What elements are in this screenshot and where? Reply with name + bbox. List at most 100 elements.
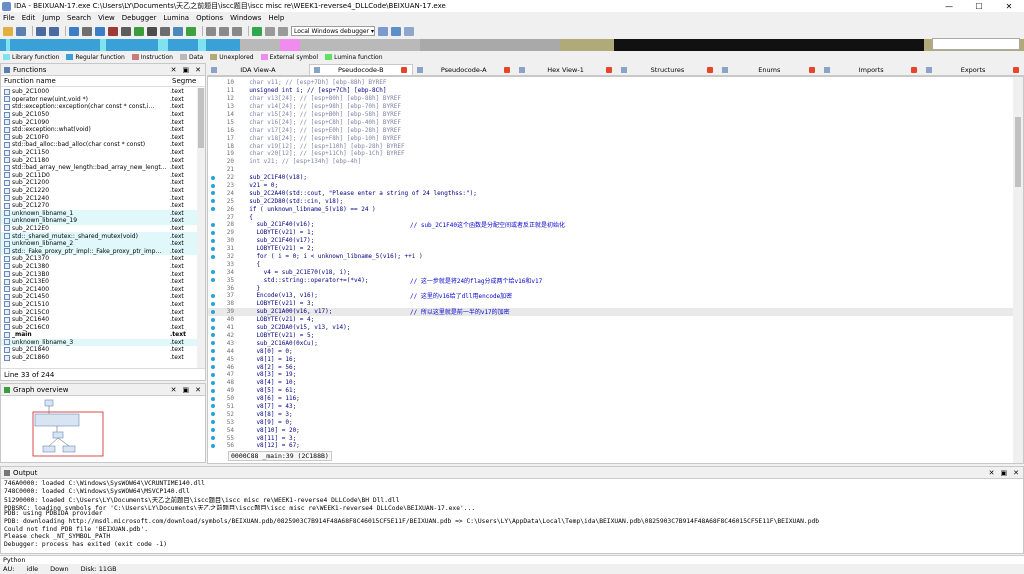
function-row[interactable]: sub_2C1000 .text: [1, 88, 197, 96]
code-line[interactable]: 49 v8[5] = 61;: [208, 387, 1013, 395]
code-line[interactable]: 18 char v19[12]; // [esp+110h] [ebp-28h]…: [208, 142, 1013, 150]
menu-edit[interactable]: Edit: [22, 14, 36, 22]
stop-debug-icon[interactable]: [278, 26, 288, 36]
python-command-bar[interactable]: Python: [0, 555, 1024, 564]
text-icon[interactable]: [95, 26, 105, 36]
trace-icon[interactable]: [219, 26, 229, 36]
code-line[interactable]: 44 v8[0] = 0;: [208, 347, 1013, 355]
menu-options[interactable]: Options: [196, 14, 223, 22]
function-row[interactable]: unknown_libname_1 .text: [1, 209, 197, 218]
function-row[interactable]: sub_2C1400 .text: [1, 285, 197, 293]
code-line[interactable]: 46 v8[2] = 56;: [208, 363, 1013, 371]
column-function-name[interactable]: Function name: [4, 77, 172, 85]
code-line[interactable]: 25 sub_2C2D80(std::cin, v18);: [208, 197, 1013, 205]
minimize-button[interactable]: —: [934, 2, 964, 11]
code-line[interactable]: 38 LOBYTE(v21) = 3;: [208, 300, 1013, 308]
code-line[interactable]: 10 char v11; // [esp+7Dh] [ebp-8Bh] BYRE…: [208, 79, 1013, 87]
code-line[interactable]: 13 char v14[24]; // [esp+98h] [ebp-70h] …: [208, 103, 1013, 111]
code-line[interactable]: 11 unsigned int i; // [esp+7Ch] [ebp-8Ch…: [208, 87, 1013, 95]
code-line[interactable]: 56 v8[12] = 67;: [208, 442, 1013, 450]
tab-close-icon[interactable]: [809, 66, 816, 73]
pseudocode-view[interactable]: 10 char v11; // [esp+7Dh] [ebp-8Bh] BYRE…: [207, 76, 1024, 464]
menu-windows[interactable]: Windows: [230, 14, 261, 22]
data-icon[interactable]: [82, 26, 92, 36]
function-row[interactable]: sub_2C1840 .text: [1, 346, 197, 354]
debugger-select[interactable]: Local Windows debugger ▾: [291, 26, 375, 36]
function-row[interactable]: sub_2C1860 .text: [1, 354, 197, 362]
function-row[interactable]: operator new(uint,void *) .text: [1, 96, 197, 104]
code-line[interactable]: 29 LOBYTE(v21) = 1;: [208, 229, 1013, 237]
code-line[interactable]: 33 {: [208, 260, 1013, 268]
code-line[interactable]: 39 sub_2C1A00(v16, v17);// 所以这里就是前一半的v17…: [208, 307, 1013, 316]
forward-arrow-icon[interactable]: [49, 26, 59, 36]
list-icon[interactable]: [160, 26, 170, 36]
graph-overview-canvas[interactable]: [31, 398, 111, 462]
tab-pseudocode-a[interactable]: Pseudocode-A: [413, 64, 515, 75]
menu-jump[interactable]: Jump: [42, 14, 60, 22]
tab-pseudocode-b[interactable]: Pseudocode-B: [308, 64, 413, 75]
code-line[interactable]: 47 v8[3] = 19;: [208, 371, 1013, 379]
open-icon[interactable]: [3, 26, 13, 36]
back-arrow-icon[interactable]: [36, 26, 46, 36]
function-row[interactable]: std::bad_array_new_length::bad_array_new…: [1, 164, 197, 172]
code-line[interactable]: 53 v8[9] = 0;: [208, 418, 1013, 426]
maximize-button[interactable]: ☐: [964, 2, 994, 11]
code-line[interactable]: 52 v8[8] = 3;: [208, 410, 1013, 418]
code-line[interactable]: 15 char v16[24]; // [esp+C8h] [ebp-40h] …: [208, 118, 1013, 126]
code-line[interactable]: 17 char v18[24]; // [esp+F8h] [ebp-10h] …: [208, 134, 1013, 142]
menu-debugger[interactable]: Debugger: [122, 14, 157, 22]
code-icon[interactable]: [69, 26, 79, 36]
function-row[interactable]: unknown_libname_3 .text: [1, 338, 197, 347]
function-row[interactable]: sub_2C13B0 .text: [1, 270, 197, 278]
code-line[interactable]: 41 sub_2C2DA0(v15, v13, v14);: [208, 324, 1013, 332]
function-row[interactable]: _main .text: [1, 331, 197, 339]
debugger-options-icon[interactable]: [378, 26, 388, 36]
function-row[interactable]: sub_2C10F0 .text: [1, 134, 197, 142]
close-button[interactable]: ✕: [994, 2, 1024, 11]
run-icon[interactable]: [252, 26, 262, 36]
code-line[interactable]: 48 v8[4] = 10;: [208, 379, 1013, 387]
output-log[interactable]: 746A0000: loaded C:\Windows\SysWOW64\VCR…: [4, 480, 1012, 553]
breakpoint-icon[interactable]: [206, 26, 216, 36]
tab-close-icon[interactable]: [707, 66, 714, 73]
function-row[interactable]: sub_2C1090 .text: [1, 118, 197, 126]
stop-icon[interactable]: [232, 26, 242, 36]
save-icon[interactable]: [16, 26, 26, 36]
func-icon[interactable]: [173, 26, 183, 36]
code-line[interactable]: 55 v8[11] = 3;: [208, 434, 1013, 442]
lumina-icon[interactable]: [186, 26, 196, 36]
restore-icon[interactable]: ▣: [1001, 469, 1008, 477]
function-row[interactable]: unknown_libname_2 .text: [1, 239, 197, 248]
function-row[interactable]: sub_2C1270 .text: [1, 202, 197, 210]
function-row[interactable]: sub_2C1450 .text: [1, 293, 197, 301]
tab-ida-view-a[interactable]: IDA View-A: [207, 64, 309, 75]
menu-search[interactable]: Search: [67, 14, 91, 22]
function-row[interactable]: sub_2C15C0 .text: [1, 308, 197, 316]
code-line[interactable]: 31 LOBYTE(v21) = 2;: [208, 245, 1013, 253]
code-line[interactable]: 20 int v21; // [esp+134h] [ebp-4h]: [208, 158, 1013, 166]
tab-structures[interactable]: Structures: [617, 64, 719, 75]
scrollbar-thumb[interactable]: [1015, 117, 1021, 187]
code-line[interactable]: 43 sub_2C16A0(0xCu);: [208, 339, 1013, 347]
bookmark-icon[interactable]: [108, 26, 118, 36]
code-line[interactable]: 23 v21 = 0;: [208, 182, 1013, 190]
close-panel-icon[interactable]: ✕: [1013, 469, 1019, 477]
function-row[interactable]: sub_2C1180 .text: [1, 156, 197, 164]
code-line[interactable]: 26 if ( unknown_libname_5(v18) == 24 ): [208, 205, 1013, 213]
menu-lumina[interactable]: Lumina: [163, 14, 189, 22]
code-line[interactable]: 14 char v15[24]; // [esp+B0h] [ebp-58h] …: [208, 111, 1013, 119]
code-line[interactable]: 27 {: [208, 213, 1013, 221]
code-line[interactable]: 40 LOBYTE(v21) = 4;: [208, 316, 1013, 324]
tab-close-icon[interactable]: [400, 67, 407, 73]
code-line[interactable]: 42 LOBYTE(v21) = 5;: [208, 332, 1013, 340]
functions-scrollbar[interactable]: [197, 88, 205, 368]
tab-close-icon[interactable]: [1013, 66, 1019, 73]
menu-help[interactable]: Help: [268, 14, 284, 22]
function-row[interactable]: std::_shared_mutex::_shared_mutex(void).…: [1, 232, 197, 240]
code-line[interactable]: 28 sub_2C1F40(v16);// sub_2C1F40这个函数是分配空…: [208, 221, 1013, 229]
column-segment[interactable]: Segme: [172, 77, 196, 85]
function-row[interactable]: sub_2C13E0 .text: [1, 278, 197, 286]
function-row[interactable]: sub_2C1200 .text: [1, 179, 197, 187]
pause-icon[interactable]: [265, 26, 275, 36]
function-row[interactable]: sub_2C1510 .text: [1, 301, 197, 309]
